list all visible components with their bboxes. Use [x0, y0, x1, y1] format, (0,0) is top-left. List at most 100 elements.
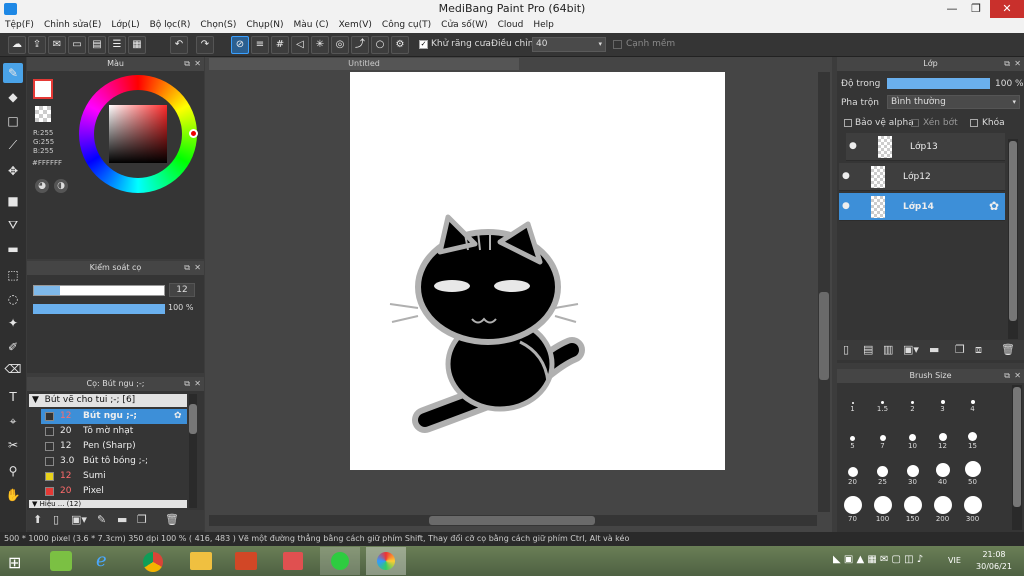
line-tool-icon[interactable]: ⟋: [3, 135, 23, 155]
maximize-button[interactable]: ❐: [964, 0, 988, 18]
popout-icon[interactable]: ⧉: [1004, 369, 1010, 383]
brush-size-cell[interactable]: 50: [958, 458, 987, 487]
brush-item[interactable]: 3.0 Bút tô bóng ;-;: [41, 454, 187, 469]
share-icon[interactable]: ⇪: [28, 36, 46, 54]
duplicate-icon[interactable]: ❐: [955, 343, 965, 356]
trash-icon[interactable]: 🗑: [165, 513, 179, 526]
brush-size-cell[interactable]: 7: [868, 422, 897, 451]
brush-size-cell[interactable]: 10: [898, 422, 927, 451]
brush-size-cell[interactable]: 12: [928, 422, 957, 451]
comment-icon[interactable]: ▭: [68, 36, 86, 54]
brush-size-cell[interactable]: 25: [868, 458, 897, 487]
brush-tool-icon[interactable]: ✎: [3, 63, 23, 83]
chrome-icon[interactable]: [143, 552, 163, 572]
palette-add-icon[interactable]: ◑: [54, 179, 68, 193]
eraser-tool-icon[interactable]: ◆: [3, 87, 23, 107]
eyedropper-tool-icon[interactable]: ⚲: [3, 461, 23, 481]
add-brush-icon[interactable]: ▣▾: [71, 513, 87, 526]
brush-item[interactable]: 12 Sumi: [41, 469, 187, 484]
brush-size-cell[interactable]: 1: [838, 385, 867, 414]
close-icon[interactable]: ✕: [1014, 57, 1021, 71]
horizontal-scrollbar[interactable]: [209, 515, 817, 526]
brush-opacity-slider[interactable]: [33, 304, 165, 314]
undo-icon[interactable]: ↶: [170, 36, 188, 54]
eye-icon[interactable]: ●: [842, 201, 850, 211]
hue-wheel[interactable]: [79, 75, 198, 193]
menu-file[interactable]: Tệp(F): [0, 18, 39, 33]
fill-shape-tool-icon[interactable]: ■: [3, 191, 23, 211]
popout-icon[interactable]: ⧉: [184, 377, 190, 391]
text-tool-icon[interactable]: T: [3, 387, 23, 407]
brush-size-cell[interactable]: 300: [958, 495, 987, 524]
brush-item[interactable]: 20 Pixel: [41, 484, 187, 499]
close-icon[interactable]: ✕: [194, 57, 201, 71]
redo-icon[interactable]: ↷: [196, 36, 214, 54]
list-icon[interactable]: ☰: [108, 36, 126, 54]
taskbar-app-highlight[interactable]: [320, 547, 360, 575]
brush-size-cell[interactable]: 200: [928, 495, 957, 524]
close-icon[interactable]: ✕: [194, 377, 201, 391]
minimize-button[interactable]: —: [940, 0, 964, 18]
brush-size-cell[interactable]: 20: [838, 458, 867, 487]
folder-icon[interactable]: ▬: [929, 343, 939, 356]
menu-view[interactable]: Xem(V): [334, 18, 377, 33]
eye-icon[interactable]: ●: [842, 171, 850, 181]
curve-snap-icon[interactable]: ⤴: [351, 36, 369, 54]
new-halftone-layer-icon[interactable]: ▤: [863, 343, 873, 356]
brush-size-cell[interactable]: 1.5: [868, 385, 897, 414]
trash-icon[interactable]: 🗑: [1001, 343, 1015, 356]
clipping-checkbox[interactable]: [911, 119, 919, 127]
circle-snap-icon[interactable]: ◎: [331, 36, 349, 54]
brush-size-cell[interactable]: 70: [838, 495, 867, 524]
palette-icon[interactable]: ◕: [35, 179, 49, 193]
layer-row[interactable]: ● Lớp13: [846, 133, 1005, 161]
file-explorer-icon[interactable]: [190, 552, 212, 570]
bluestacks-icon[interactable]: [50, 551, 72, 571]
cloud-download-icon[interactable]: ⬆: [33, 513, 42, 526]
add-layer-icon[interactable]: ▣▾: [903, 343, 919, 356]
brush-size-cell[interactable]: 30: [898, 458, 927, 487]
popout-icon[interactable]: ⧉: [1004, 57, 1010, 71]
app-icon-red[interactable]: [283, 552, 303, 570]
brush-size-cell[interactable]: 5: [838, 422, 867, 451]
layer-row[interactable]: ● Lớp14 ✿: [839, 193, 1005, 221]
menu-help[interactable]: Help: [528, 18, 559, 33]
divide-tool-icon[interactable]: ✂: [3, 435, 23, 455]
new-8bit-layer-icon[interactable]: ▥: [883, 343, 893, 356]
operation-tool-icon[interactable]: ⌖: [3, 411, 23, 431]
vertical-scrollbar[interactable]: [818, 72, 830, 512]
foreground-color-swatch[interactable]: [33, 79, 53, 99]
layer-row[interactable]: ● Lớp12: [839, 163, 1005, 191]
tray-icons[interactable]: ◣ ▣ ▲ ▦ ✉ ▢ ◫ ♪: [833, 554, 923, 565]
brush-size-value[interactable]: 12: [169, 283, 195, 297]
new-brush-icon[interactable]: ▯: [53, 513, 59, 526]
rectangle-tool-icon[interactable]: □: [3, 111, 23, 131]
menu-filter[interactable]: Bộ lọc(R): [145, 18, 196, 33]
brush-size-slider[interactable]: [33, 285, 165, 296]
soft-edge-checkbox[interactable]: [613, 40, 622, 49]
snap-off-icon[interactable]: ⊘: [231, 36, 249, 54]
protect-alpha-checkbox[interactable]: [844, 119, 852, 127]
move-tool-icon[interactable]: ✥: [3, 161, 23, 181]
close-button[interactable]: ✕: [990, 0, 1024, 18]
taskbar-medibang[interactable]: [366, 547, 406, 575]
lock-checkbox[interactable]: [970, 119, 978, 127]
brush-size-cell[interactable]: 40: [928, 458, 957, 487]
close-icon[interactable]: ✕: [1014, 369, 1021, 383]
brush-item[interactable]: 12 Pen (Sharp): [41, 439, 187, 454]
powerpoint-icon[interactable]: [235, 552, 257, 570]
gear-icon[interactable]: ✿: [174, 409, 182, 424]
lasso-tool-icon[interactable]: ◌: [3, 289, 23, 309]
hue-marker[interactable]: [189, 129, 198, 138]
menu-cloud[interactable]: Cloud: [493, 18, 529, 33]
ring-snap-icon[interactable]: ○: [371, 36, 389, 54]
chat-icon[interactable]: ✉: [48, 36, 66, 54]
close-icon[interactable]: ✕: [194, 261, 201, 275]
menu-window[interactable]: Cửa số(W): [436, 18, 492, 33]
brush-group-header[interactable]: ▼ Bút vẽ cho tui ;-; [6]: [29, 394, 187, 407]
cloud-icon[interactable]: ☁: [8, 36, 26, 54]
menu-edit[interactable]: Chỉnh sửa(E): [39, 18, 106, 33]
perspective-snap-icon[interactable]: ◁: [291, 36, 309, 54]
grid-icon[interactable]: ▦: [128, 36, 146, 54]
settings-snap-icon[interactable]: ⚙: [391, 36, 409, 54]
